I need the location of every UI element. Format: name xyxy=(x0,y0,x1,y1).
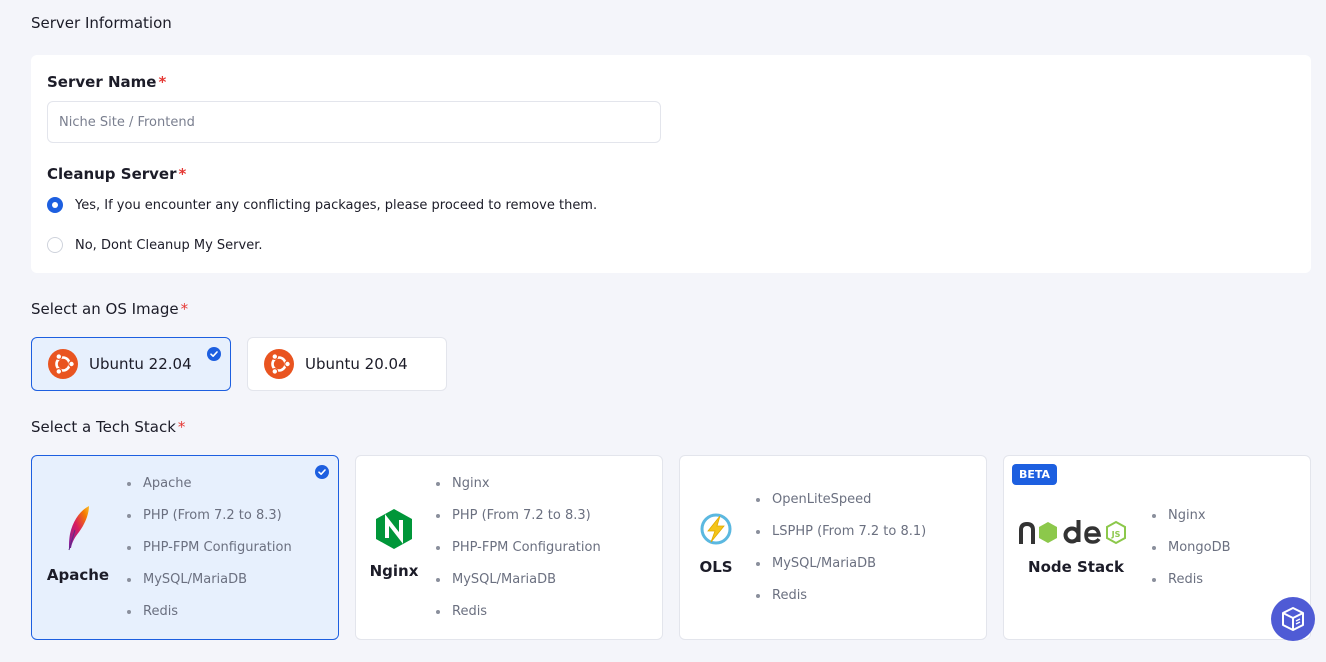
list-item: MongoDB xyxy=(1152,532,1231,564)
stack-name: OLS xyxy=(699,558,733,576)
stack-option-ols[interactable]: OLS OpenLiteSpeed LSPHP (From 7.2 to 8.1… xyxy=(679,455,987,640)
os-option-ubuntu-2004[interactable]: Ubuntu 20.04 xyxy=(247,337,447,391)
cleanup-option-yes-label: Yes, If you encounter any conflicting pa… xyxy=(75,197,598,213)
list-item: Nginx xyxy=(1152,500,1231,532)
ubuntu-icon xyxy=(264,349,294,379)
os-option-label: Ubuntu 20.04 xyxy=(305,355,408,373)
svg-text:JS: JS xyxy=(1111,530,1121,539)
stack-feature-list: Apache PHP (From 7.2 to 8.3) PHP-FPM Con… xyxy=(127,468,292,628)
stack-feature-list: Nginx MongoDB Redis xyxy=(1152,500,1231,596)
stack-option-node-stack[interactable]: BETA JS Node Stack Nginx MongoDB Redis xyxy=(1003,455,1311,640)
list-item: Redis xyxy=(756,580,926,612)
server-name-input[interactable] xyxy=(47,101,661,143)
list-item: MySQL/MariaDB xyxy=(756,548,926,580)
stack-feature-list: Nginx PHP (From 7.2 to 8.3) PHP-FPM Conf… xyxy=(436,468,601,628)
list-item: Redis xyxy=(436,596,601,628)
radio-button[interactable] xyxy=(47,237,63,253)
stack-name: Node Stack xyxy=(1028,558,1124,576)
server-info-card: Server Name* Cleanup Server* Yes, If you… xyxy=(31,55,1311,273)
beta-badge: BETA xyxy=(1012,464,1058,485)
list-item: PHP (From 7.2 to 8.3) xyxy=(436,500,601,532)
list-item: LSPHP (From 7.2 to 8.1) xyxy=(756,516,926,548)
ubuntu-icon xyxy=(48,349,78,379)
list-item: Redis xyxy=(127,596,292,628)
list-item: MySQL/MariaDB xyxy=(436,564,601,596)
section-title-tech-stack: Select a Tech Stack * xyxy=(31,418,186,436)
list-item: PHP-FPM Configuration xyxy=(127,532,292,564)
stack-option-apache[interactable]: Apache Apache PHP (From 7.2 to 8.3) PHP-… xyxy=(31,455,339,640)
cleanup-option-no[interactable]: No, Dont Cleanup My Server. xyxy=(47,237,263,253)
required-mark: * xyxy=(177,418,186,436)
list-item: Apache xyxy=(127,468,292,500)
help-chat-button[interactable] xyxy=(1271,597,1315,641)
cleanup-option-yes[interactable]: Yes, If you encounter any conflicting pa… xyxy=(47,197,597,213)
section-title-os-image: Select an OS Image * xyxy=(31,300,189,318)
cube-box-icon xyxy=(1282,607,1304,631)
nodejs-icon: JS xyxy=(1019,520,1126,545)
required-mark: * xyxy=(158,73,167,91)
list-item: PHP (From 7.2 to 8.3) xyxy=(127,500,292,532)
required-mark: * xyxy=(178,165,187,183)
apache-feather-icon xyxy=(68,506,89,551)
list-item: OpenLiteSpeed xyxy=(756,484,926,516)
required-mark: * xyxy=(180,300,189,318)
check-circle-icon xyxy=(315,465,329,479)
list-item: Nginx xyxy=(436,468,601,500)
stack-name: Apache xyxy=(46,566,110,584)
list-item: MySQL/MariaDB xyxy=(127,564,292,596)
stack-feature-list: OpenLiteSpeed LSPHP (From 7.2 to 8.1) My… xyxy=(756,484,926,612)
os-option-label: Ubuntu 22.04 xyxy=(89,355,192,373)
server-name-label: Server Name * xyxy=(47,73,167,91)
section-title-server-information: Server Information xyxy=(31,14,172,32)
stack-name: Nginx xyxy=(369,562,419,580)
cleanup-option-no-label: No, Dont Cleanup My Server. xyxy=(75,237,263,253)
stack-option-nginx[interactable]: Nginx Nginx PHP (From 7.2 to 8.3) PHP-FP… xyxy=(355,455,663,640)
cleanup-server-label: Cleanup Server * xyxy=(47,165,187,183)
list-item: PHP-FPM Configuration xyxy=(436,532,601,564)
openlitespeed-icon xyxy=(700,513,732,545)
os-option-ubuntu-2204[interactable]: Ubuntu 22.04 xyxy=(31,337,231,391)
list-item: Redis xyxy=(1152,564,1231,596)
check-circle-icon xyxy=(207,347,221,361)
nginx-icon xyxy=(376,509,412,549)
radio-button-checked[interactable] xyxy=(47,197,63,213)
